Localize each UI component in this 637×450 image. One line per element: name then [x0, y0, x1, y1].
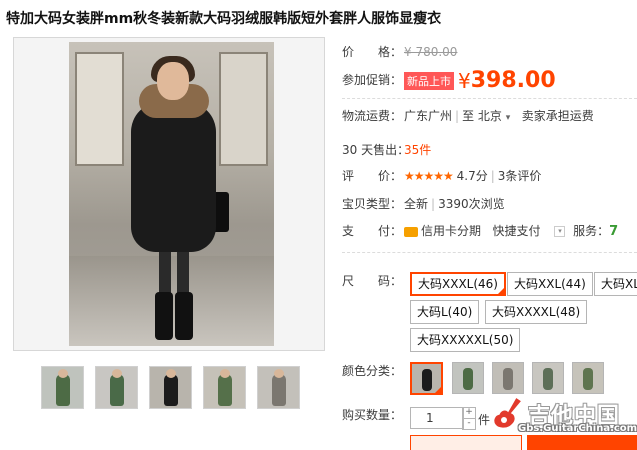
installment-link[interactable]: 信用卡分期 — [421, 224, 481, 238]
sales-label: 30 天售出： — [342, 143, 410, 157]
review-count-link[interactable]: 3条评价 — [498, 169, 542, 183]
product-title: 特加大码女装胖mm秋冬装新款大码羽绒服韩版短外套胖人服饰显瘦衣 — [6, 11, 442, 27]
watermark-url: Gbs.GuitarChina.com — [518, 423, 637, 434]
size-label-row: 尺 码： — [342, 272, 404, 289]
promo-row: 参加促销： 新品上市 ¥398.00 — [342, 68, 556, 93]
size-option-label: 大码XXL(44) — [514, 277, 586, 291]
quantity-label-row: 购买数量： — [342, 406, 404, 423]
divider — [342, 252, 637, 253]
shipping-label: 物流运费： — [342, 109, 403, 123]
chevron-down-icon[interactable]: ▾ — [506, 113, 511, 123]
promo-badge: 新品上市 — [404, 71, 454, 90]
shipping-row: 物流运费： 广东广州 | 至 北京 ▾ 卖家承担运费 — [342, 109, 594, 123]
item-condition: 全新 — [404, 197, 429, 211]
view-count: 3390次浏览 — [438, 197, 505, 211]
size-option-label: 大码XL — [601, 277, 637, 291]
quick-pay-link[interactable]: 快捷支付 — [492, 224, 540, 238]
dropdown-icon[interactable]: ▾ — [554, 226, 566, 237]
size-option-label: 大码XXXXXL(50) — [417, 333, 514, 347]
thumbnail-2[interactable] — [95, 366, 138, 409]
quantity-value: 1 — [426, 411, 434, 425]
quantity-input[interactable]: 1 — [410, 407, 464, 429]
star-rating-icon: ★★★★★ — [404, 169, 454, 183]
selected-check-icon — [495, 286, 506, 296]
rating-score: 4.7分 — [456, 169, 488, 183]
quantity-minus-button[interactable]: - — [462, 418, 476, 430]
thumbnail-3[interactable] — [149, 366, 192, 409]
sales-row: 30 天售出：35件 — [342, 141, 431, 158]
thumbnail-4[interactable] — [203, 366, 246, 409]
selected-check-icon — [433, 385, 441, 393]
price-label: 价 格： — [342, 45, 403, 59]
divider — [342, 98, 637, 99]
ship-to-select[interactable]: 北京 — [478, 109, 502, 123]
quantity-label: 购买数量： — [342, 408, 403, 422]
color-label-row: 颜色分类： — [342, 362, 404, 379]
payment-row: 支 付： 信用卡分期 快捷支付 ▾ 服务：7 — [342, 222, 618, 239]
status-row: 宝贝类型： 全新 | 3390次浏览 — [342, 197, 505, 211]
size-label: 尺 码： — [342, 274, 403, 288]
thumbnail-5[interactable] — [257, 366, 300, 409]
payment-label: 支 付： — [342, 224, 403, 238]
ship-from: 广东广州 — [404, 109, 453, 123]
size-option[interactable]: 大码L(40) — [410, 300, 480, 324]
size-option-label: 大码XXXL(46) — [418, 277, 498, 291]
size-option[interactable]: 大码XXXL(46) — [410, 272, 506, 296]
site-watermark: 吉他中国 Gbs.GuitarChina.com — [490, 395, 637, 440]
size-option[interactable]: 大码XXXXL(48) — [485, 300, 588, 324]
color-swatch-black[interactable] — [410, 362, 443, 395]
product-photo — [69, 42, 274, 346]
size-option[interactable]: 大码XXXXXL(50) — [410, 328, 521, 352]
sales-unit: 件 — [419, 143, 432, 157]
original-price: ¥ 780.00 — [404, 45, 458, 59]
size-option[interactable]: 大码XL — [594, 272, 637, 296]
color-swatch-white[interactable] — [532, 362, 564, 394]
rating-row: 评 价： ★★★★★ 4.7分 | 3条评价 — [342, 169, 542, 183]
promo-price: 398.00 — [470, 68, 556, 93]
main-product-image[interactable] — [13, 37, 325, 351]
promo-label: 参加促销： — [342, 73, 403, 87]
rating-label: 评 价： — [342, 169, 403, 183]
color-swatch-green[interactable] — [452, 362, 484, 394]
color-swatch-khaki[interactable] — [572, 362, 604, 394]
sales-count: 35 — [404, 143, 420, 157]
credit-card-icon — [404, 226, 418, 237]
seven-day-return-icon[interactable]: 7 — [609, 224, 618, 239]
thumbnail-1[interactable] — [41, 366, 84, 409]
size-option-label: 大码XXXXL(48) — [492, 305, 581, 319]
currency-symbol: ¥ — [458, 68, 471, 93]
color-label: 颜色分类： — [342, 364, 403, 378]
size-option-label: 大码L(40) — [417, 305, 473, 319]
service-label: 服务： — [573, 224, 610, 238]
color-swatch-gray[interactable] — [492, 362, 524, 394]
ship-to-prefix: 至 — [462, 109, 475, 123]
quantity-unit: 件 — [478, 413, 491, 427]
size-option[interactable]: 大码XXL(44) — [507, 272, 593, 296]
status-label: 宝贝类型： — [342, 197, 403, 211]
shipping-note: 卖家承担运费 — [521, 109, 594, 123]
price-row: 价 格： ¥ 780.00 — [342, 43, 457, 60]
